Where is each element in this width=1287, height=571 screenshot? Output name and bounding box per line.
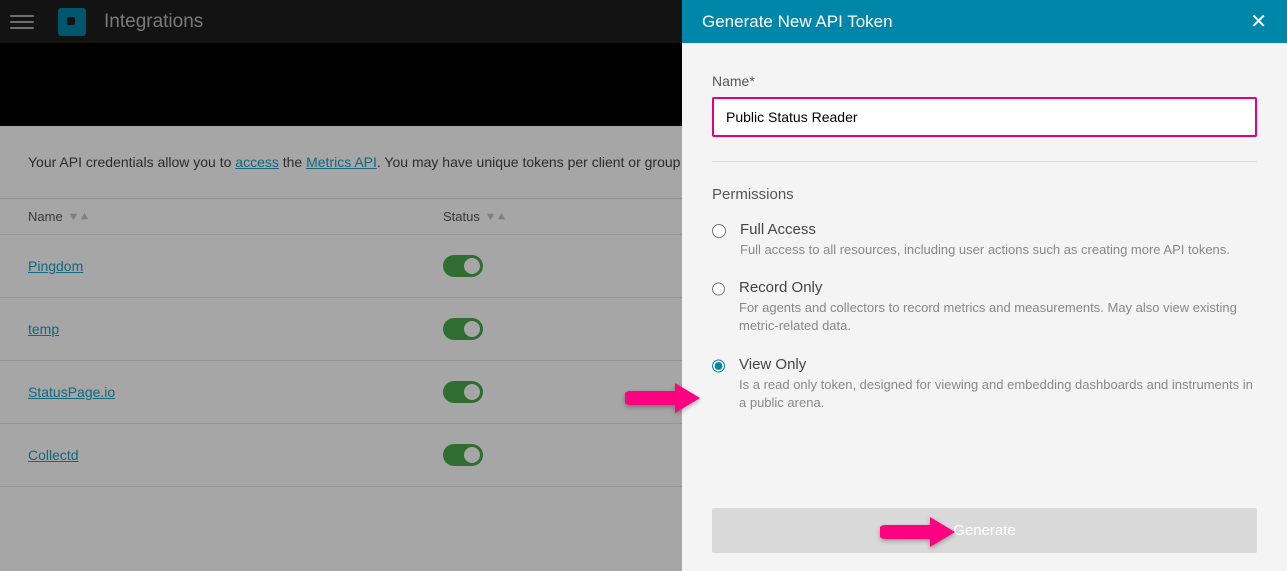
divider — [712, 161, 1257, 162]
option-desc: For agents and collectors to record metr… — [739, 299, 1257, 335]
option-title: View Only — [739, 356, 1257, 373]
option-desc: Is a read only token, designed for viewi… — [739, 376, 1257, 412]
name-label: Name* — [712, 73, 1257, 89]
panel-footer: Generate — [682, 490, 1287, 571]
option-desc: Full access to all resources, including … — [740, 241, 1230, 259]
panel-body: Name* Permissions Full Access Full acces… — [682, 43, 1287, 490]
panel-title: Generate New API Token — [702, 12, 893, 32]
token-name-input[interactable] — [712, 97, 1257, 137]
side-panel: Generate New API Token ✕ Name* Permissio… — [682, 0, 1287, 571]
radio-record-only[interactable] — [712, 282, 725, 296]
panel-header: Generate New API Token ✕ — [682, 0, 1287, 43]
option-title: Full Access — [740, 221, 1230, 238]
generate-button[interactable]: Generate — [712, 508, 1257, 553]
close-icon[interactable]: ✕ — [1250, 9, 1267, 34]
radio-view-only[interactable] — [712, 359, 725, 373]
radio-full-access[interactable] — [712, 224, 726, 238]
permission-option-full[interactable]: Full Access Full access to all resources… — [712, 221, 1257, 259]
option-title: Record Only — [739, 279, 1257, 296]
permission-option-record[interactable]: Record Only For agents and collectors to… — [712, 279, 1257, 335]
permissions-label: Permissions — [712, 186, 1257, 203]
permission-option-view[interactable]: View Only Is a read only token, designed… — [712, 356, 1257, 412]
